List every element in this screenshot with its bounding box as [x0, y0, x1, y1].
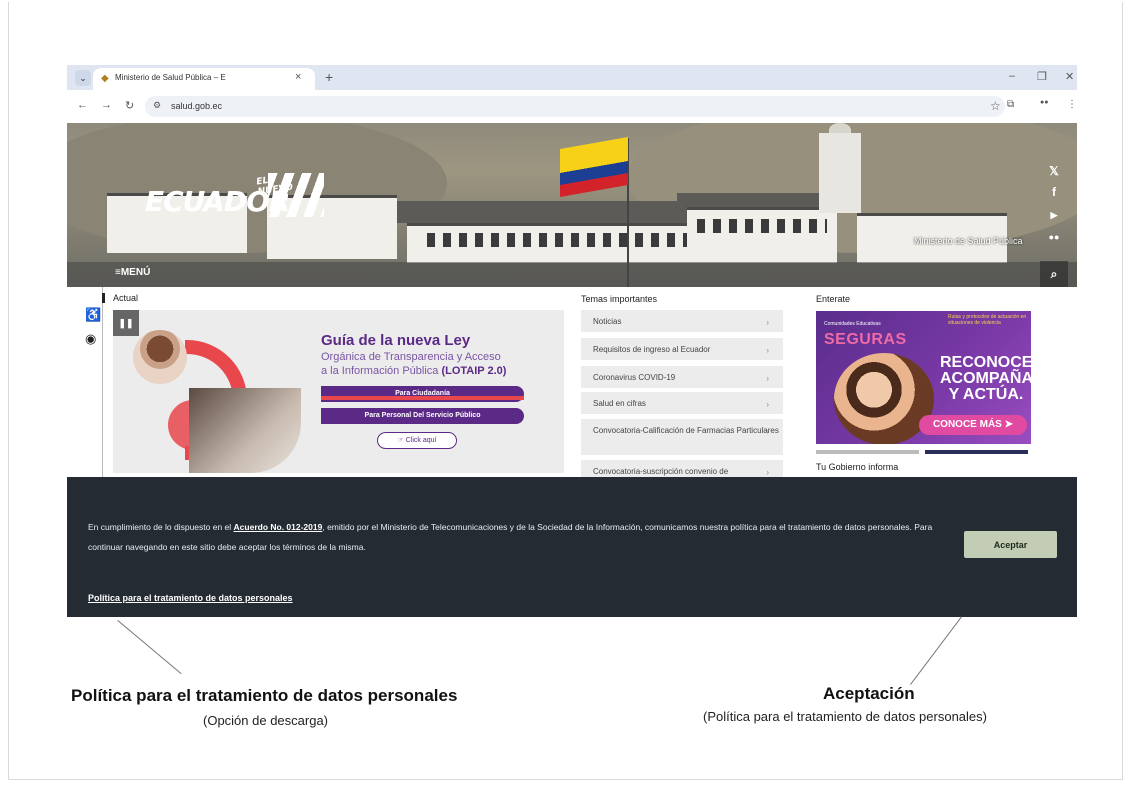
citizens-button-underline	[321, 396, 524, 400]
reload-icon[interactable]: ↻	[125, 99, 134, 112]
tab-list-chevron-icon[interactable]: ⌄	[75, 70, 91, 86]
temas-title: Temas importantes	[581, 294, 658, 304]
annotation-left-title: Política para el tratamiento de datos pe…	[71, 686, 458, 705]
workers-photo	[189, 388, 301, 473]
privacy-policy-link[interactable]: Política para el tratamiento de datos pe…	[88, 593, 293, 603]
address-toolbar: ← → ↻ ⚙ salud.gob.ec ☆ ⧉ ●● ⋮	[67, 90, 1077, 123]
conoce-mas-button[interactable]: CONOCE MÁS ➤	[919, 415, 1027, 435]
bookmark-star-icon[interactable]: ☆	[990, 99, 1001, 113]
ecuador-shield-icon: ◆	[101, 73, 109, 84]
chevron-right-icon: ›	[766, 318, 769, 327]
topic-item[interactable]: Coronavirus COVID-19 ›	[581, 366, 783, 388]
chevron-right-icon: ›	[766, 427, 769, 436]
acuerdo-link[interactable]: Acuerdo No. 012-2019	[234, 522, 323, 532]
url-text: salud.gob.ec	[171, 101, 223, 111]
tab-title: Ministerio de Salud Pública – E	[115, 73, 226, 82]
topic-item[interactable]: Salud en cifras ›	[581, 392, 783, 414]
children-photo	[834, 353, 934, 444]
annotation-right-subtitle: (Política para el tratamiento de datos p…	[703, 709, 987, 724]
section-marker	[102, 293, 105, 303]
lotaip-banner[interactable]: ❚❚ Guía de la nueva Ley Orgánica de Tran…	[113, 310, 564, 473]
forward-arrow-icon[interactable]: →	[101, 99, 112, 111]
conoce-mas-label: CONOCE MÁS	[932, 419, 1002, 430]
main-content: ♿ ◉ Actual ❚❚ Guía de la nueva Ley Orgán…	[67, 287, 1077, 477]
menu-label: MENÚ	[120, 267, 151, 278]
extensions-icon[interactable]: ⧉	[1007, 99, 1014, 110]
close-window-icon[interactable]: ✕	[1065, 70, 1074, 83]
new-tab-icon[interactable]: +	[325, 69, 333, 85]
woman-photo	[133, 330, 187, 384]
restore-icon[interactable]: ❐	[1037, 70, 1047, 83]
chevron-right-icon: ›	[766, 374, 769, 383]
menu-bar: ≡MENÚ	[67, 262, 1077, 287]
topic-label: Convocatoria-Calificación de Farmacias P…	[593, 426, 779, 435]
public-servants-button[interactable]: Para Personal Del Servicio Público	[321, 408, 524, 424]
back-arrow-icon[interactable]: ←	[77, 99, 88, 111]
divider	[102, 287, 103, 477]
poster-slogan: RECONOCE, ACOMPAÑA Y ACTÚA.	[940, 354, 1031, 403]
clock-tower	[819, 133, 861, 213]
topic-label: Convocatoria-suscripción convenio de	[593, 467, 729, 476]
site-info-icon[interactable]: ⚙	[153, 100, 161, 111]
carousel-indicator[interactable]	[816, 450, 919, 454]
pause-icon[interactable]: ❚❚	[113, 310, 139, 336]
hand-pointer-icon: ☞	[397, 437, 406, 444]
gov-informa-title: Tu Gobierno informa	[816, 462, 899, 472]
topic-label: Salud en cifras	[593, 399, 646, 408]
poster-seguras: SEGURAS	[824, 331, 907, 348]
browser-tabbar: ⌄ ◆ Ministerio de Salud Pública – E × + …	[67, 65, 1077, 90]
cookie-text: En cumplimiento de lo dispuesto en el Ac…	[88, 517, 958, 557]
flickr-icon[interactable]: ●●	[1040, 224, 1068, 250]
ministry-label: Ministerio de Salud Pública	[914, 236, 1023, 246]
menu-button[interactable]: ≡MENÚ	[115, 267, 150, 278]
cookie-consent-banner: En cumplimiento de lo dispuesto en el Ac…	[67, 477, 1077, 617]
banner-subtitle-bold: (LOTAIP 2.0)	[441, 365, 507, 377]
url-bar[interactable]: ⚙ salud.gob.ec ☆	[145, 96, 1005, 117]
topic-item[interactable]: Convocatoria-suscripción convenio de ›	[581, 460, 783, 477]
enterate-title: Enterate	[816, 294, 851, 304]
poster-right-text: Rutas y protocolos de actuación en situa…	[948, 314, 1027, 326]
palace-windows	[427, 233, 697, 247]
chevron-right-icon: ›	[766, 346, 769, 355]
browser-tab[interactable]: ◆ Ministerio de Salud Pública – E ×	[93, 68, 315, 90]
topic-item[interactable]: Requisitos de ingreso al Ecuador ›	[581, 338, 783, 360]
cursor-icon: ➤	[1004, 419, 1014, 430]
profile-icon[interactable]: ●●	[1040, 99, 1048, 106]
building-windows	[697, 219, 827, 233]
minimize-icon[interactable]: –	[1009, 70, 1015, 82]
search-icon[interactable]: ⌕	[1040, 261, 1068, 287]
actual-title: Actual	[113, 293, 139, 303]
browser-menu-icon[interactable]: ⋮	[1067, 99, 1077, 110]
annotation-left-subtitle: (Opción de descarga)	[203, 713, 329, 728]
carousel-indicator-active[interactable]	[925, 450, 1028, 454]
banner-subtitle-line2: a la Información Pública	[321, 365, 439, 377]
banner-title: Guía de la nueva Ley	[321, 332, 471, 349]
eye-icon[interactable]: ◉	[85, 331, 96, 347]
topic-item[interactable]: Convocatoria-Calificación de Farmacias P…	[581, 419, 783, 455]
click-here-button[interactable]: ☞ Click aquí	[377, 432, 457, 449]
enterate-poster[interactable]: Comunidades Educativas SEGURAS Rutas y p…	[816, 311, 1031, 444]
close-tab-icon[interactable]: ×	[295, 71, 301, 83]
cookie-text-before: En cumplimiento de lo dispuesto en el	[88, 522, 234, 532]
accessibility-icon[interactable]: ♿	[85, 307, 101, 323]
annotation-right-title: Aceptación	[823, 684, 915, 703]
banner-subtitle: Orgánica de Transparencia y Acceso a la …	[321, 350, 561, 378]
topic-label: Requisitos de ingreso al Ecuador	[593, 345, 711, 354]
hero-banner: EL NUEVO ECUADOR Ministerio de Salud Púb…	[67, 123, 1077, 287]
topic-item[interactable]: Noticias ›	[581, 310, 783, 332]
building	[687, 207, 837, 263]
topic-label: Noticias	[593, 317, 622, 326]
topic-label: Coronavirus COVID-19	[593, 373, 676, 382]
click-here-label: Click aquí	[405, 437, 437, 444]
banner-subtitle-line1: Orgánica de Transparencia y Acceso	[321, 351, 501, 363]
ecuador-flag	[560, 137, 628, 197]
palace-roof	[397, 201, 717, 223]
accept-button[interactable]: Aceptar	[964, 531, 1057, 558]
poster-line1: Comunidades Educativas	[824, 321, 881, 327]
chevron-right-icon: ›	[766, 400, 769, 409]
logo-bars-icon	[268, 173, 324, 217]
